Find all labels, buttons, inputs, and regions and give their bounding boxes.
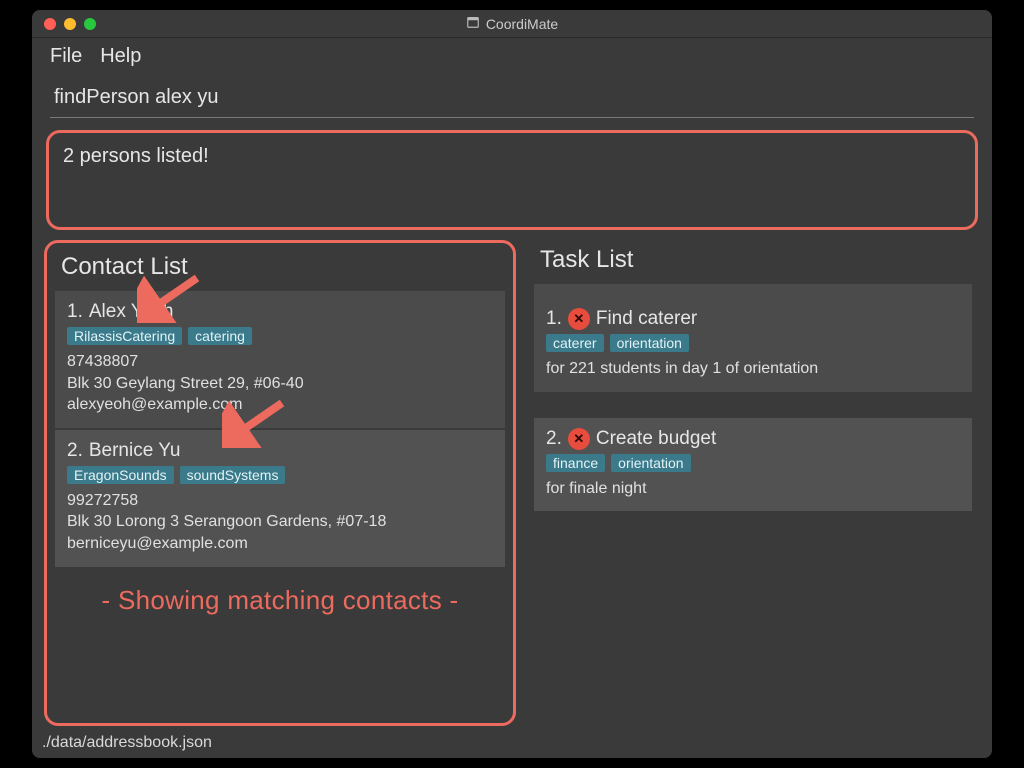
zoom-window-button[interactable]	[84, 18, 96, 30]
app-icon	[466, 15, 480, 32]
status-x-icon	[568, 428, 590, 450]
task-index: 2.	[546, 428, 562, 450]
contact-phone: 87438807	[67, 351, 493, 373]
contact-list-panel: Contact List 1. Alex Yeoh RilassisCateri…	[44, 240, 516, 726]
result-box: 2 persons listed!	[46, 130, 978, 230]
menubar: File Help	[32, 38, 992, 74]
menu-help[interactable]: Help	[100, 45, 141, 68]
tag: EragonSounds	[67, 466, 174, 484]
contact-list: 1. Alex Yeoh RilassisCatering catering 8…	[53, 291, 507, 569]
task-desc: for finale night	[546, 478, 960, 500]
task-card[interactable]: 1. Find caterer caterer orientation for …	[534, 284, 972, 392]
tag: caterer	[546, 334, 604, 352]
tag: RilassisCatering	[67, 327, 182, 345]
contact-index: 2.	[67, 440, 83, 462]
task-list-panel: Task List 1. Find caterer caterer orient…	[526, 240, 980, 726]
menu-file[interactable]: File	[50, 45, 82, 68]
tag: soundSystems	[180, 466, 286, 484]
window-title-text: CoordiMate	[486, 16, 558, 32]
window-title: CoordiMate	[32, 15, 992, 32]
window-controls	[44, 18, 96, 30]
contact-email: berniceyu@example.com	[67, 533, 493, 555]
app-window: CoordiMate File Help 2 persons listed! C…	[32, 10, 992, 758]
tag: orientation	[610, 334, 689, 352]
task-tags: finance orientation	[546, 454, 960, 472]
task-title: Find caterer	[596, 308, 697, 330]
contact-tags: RilassisCatering catering	[67, 327, 493, 345]
contact-phone: 99272758	[67, 490, 493, 512]
task-list-title: Task List	[526, 240, 980, 284]
panels: Contact List 1. Alex Yeoh RilassisCateri…	[32, 232, 992, 730]
tag: finance	[546, 454, 605, 472]
contact-tags: EragonSounds soundSystems	[67, 466, 493, 484]
status-path: ./data/addressbook.json	[42, 734, 212, 751]
task-index: 1.	[546, 308, 562, 330]
contact-address: Blk 30 Lorong 3 Serangoon Gardens, #07-1…	[67, 511, 493, 533]
task-list: 1. Find caterer caterer orientation for …	[526, 284, 980, 513]
contact-index: 1.	[67, 301, 83, 323]
command-input[interactable]	[50, 80, 974, 118]
contact-email: alexyeoh@example.com	[67, 394, 493, 416]
minimize-window-button[interactable]	[64, 18, 76, 30]
close-window-button[interactable]	[44, 18, 56, 30]
task-title: Create budget	[596, 428, 716, 450]
result-message: 2 persons listed!	[63, 145, 961, 168]
tag: catering	[188, 327, 252, 345]
contact-card[interactable]: 2. Bernice Yu EragonSounds soundSystems …	[55, 430, 505, 567]
task-card[interactable]: 2. Create budget finance orientation for…	[534, 418, 972, 512]
contact-card[interactable]: 1. Alex Yeoh RilassisCatering catering 8…	[55, 291, 505, 428]
status-x-icon	[568, 308, 590, 330]
status-bar: ./data/addressbook.json	[32, 730, 992, 758]
contact-name: Bernice Yu	[89, 440, 181, 462]
annotation-caption: - Showing matching contacts -	[53, 569, 507, 626]
tag: orientation	[611, 454, 690, 472]
task-desc: for 221 students in day 1 of orientation	[546, 358, 960, 380]
contact-address: Blk 30 Geylang Street 29, #06-40	[67, 373, 493, 395]
contact-name: Alex Yeoh	[89, 301, 174, 323]
command-container	[32, 74, 992, 120]
task-tags: caterer orientation	[546, 334, 960, 352]
contact-list-title: Contact List	[53, 247, 507, 291]
titlebar: CoordiMate	[32, 10, 992, 38]
